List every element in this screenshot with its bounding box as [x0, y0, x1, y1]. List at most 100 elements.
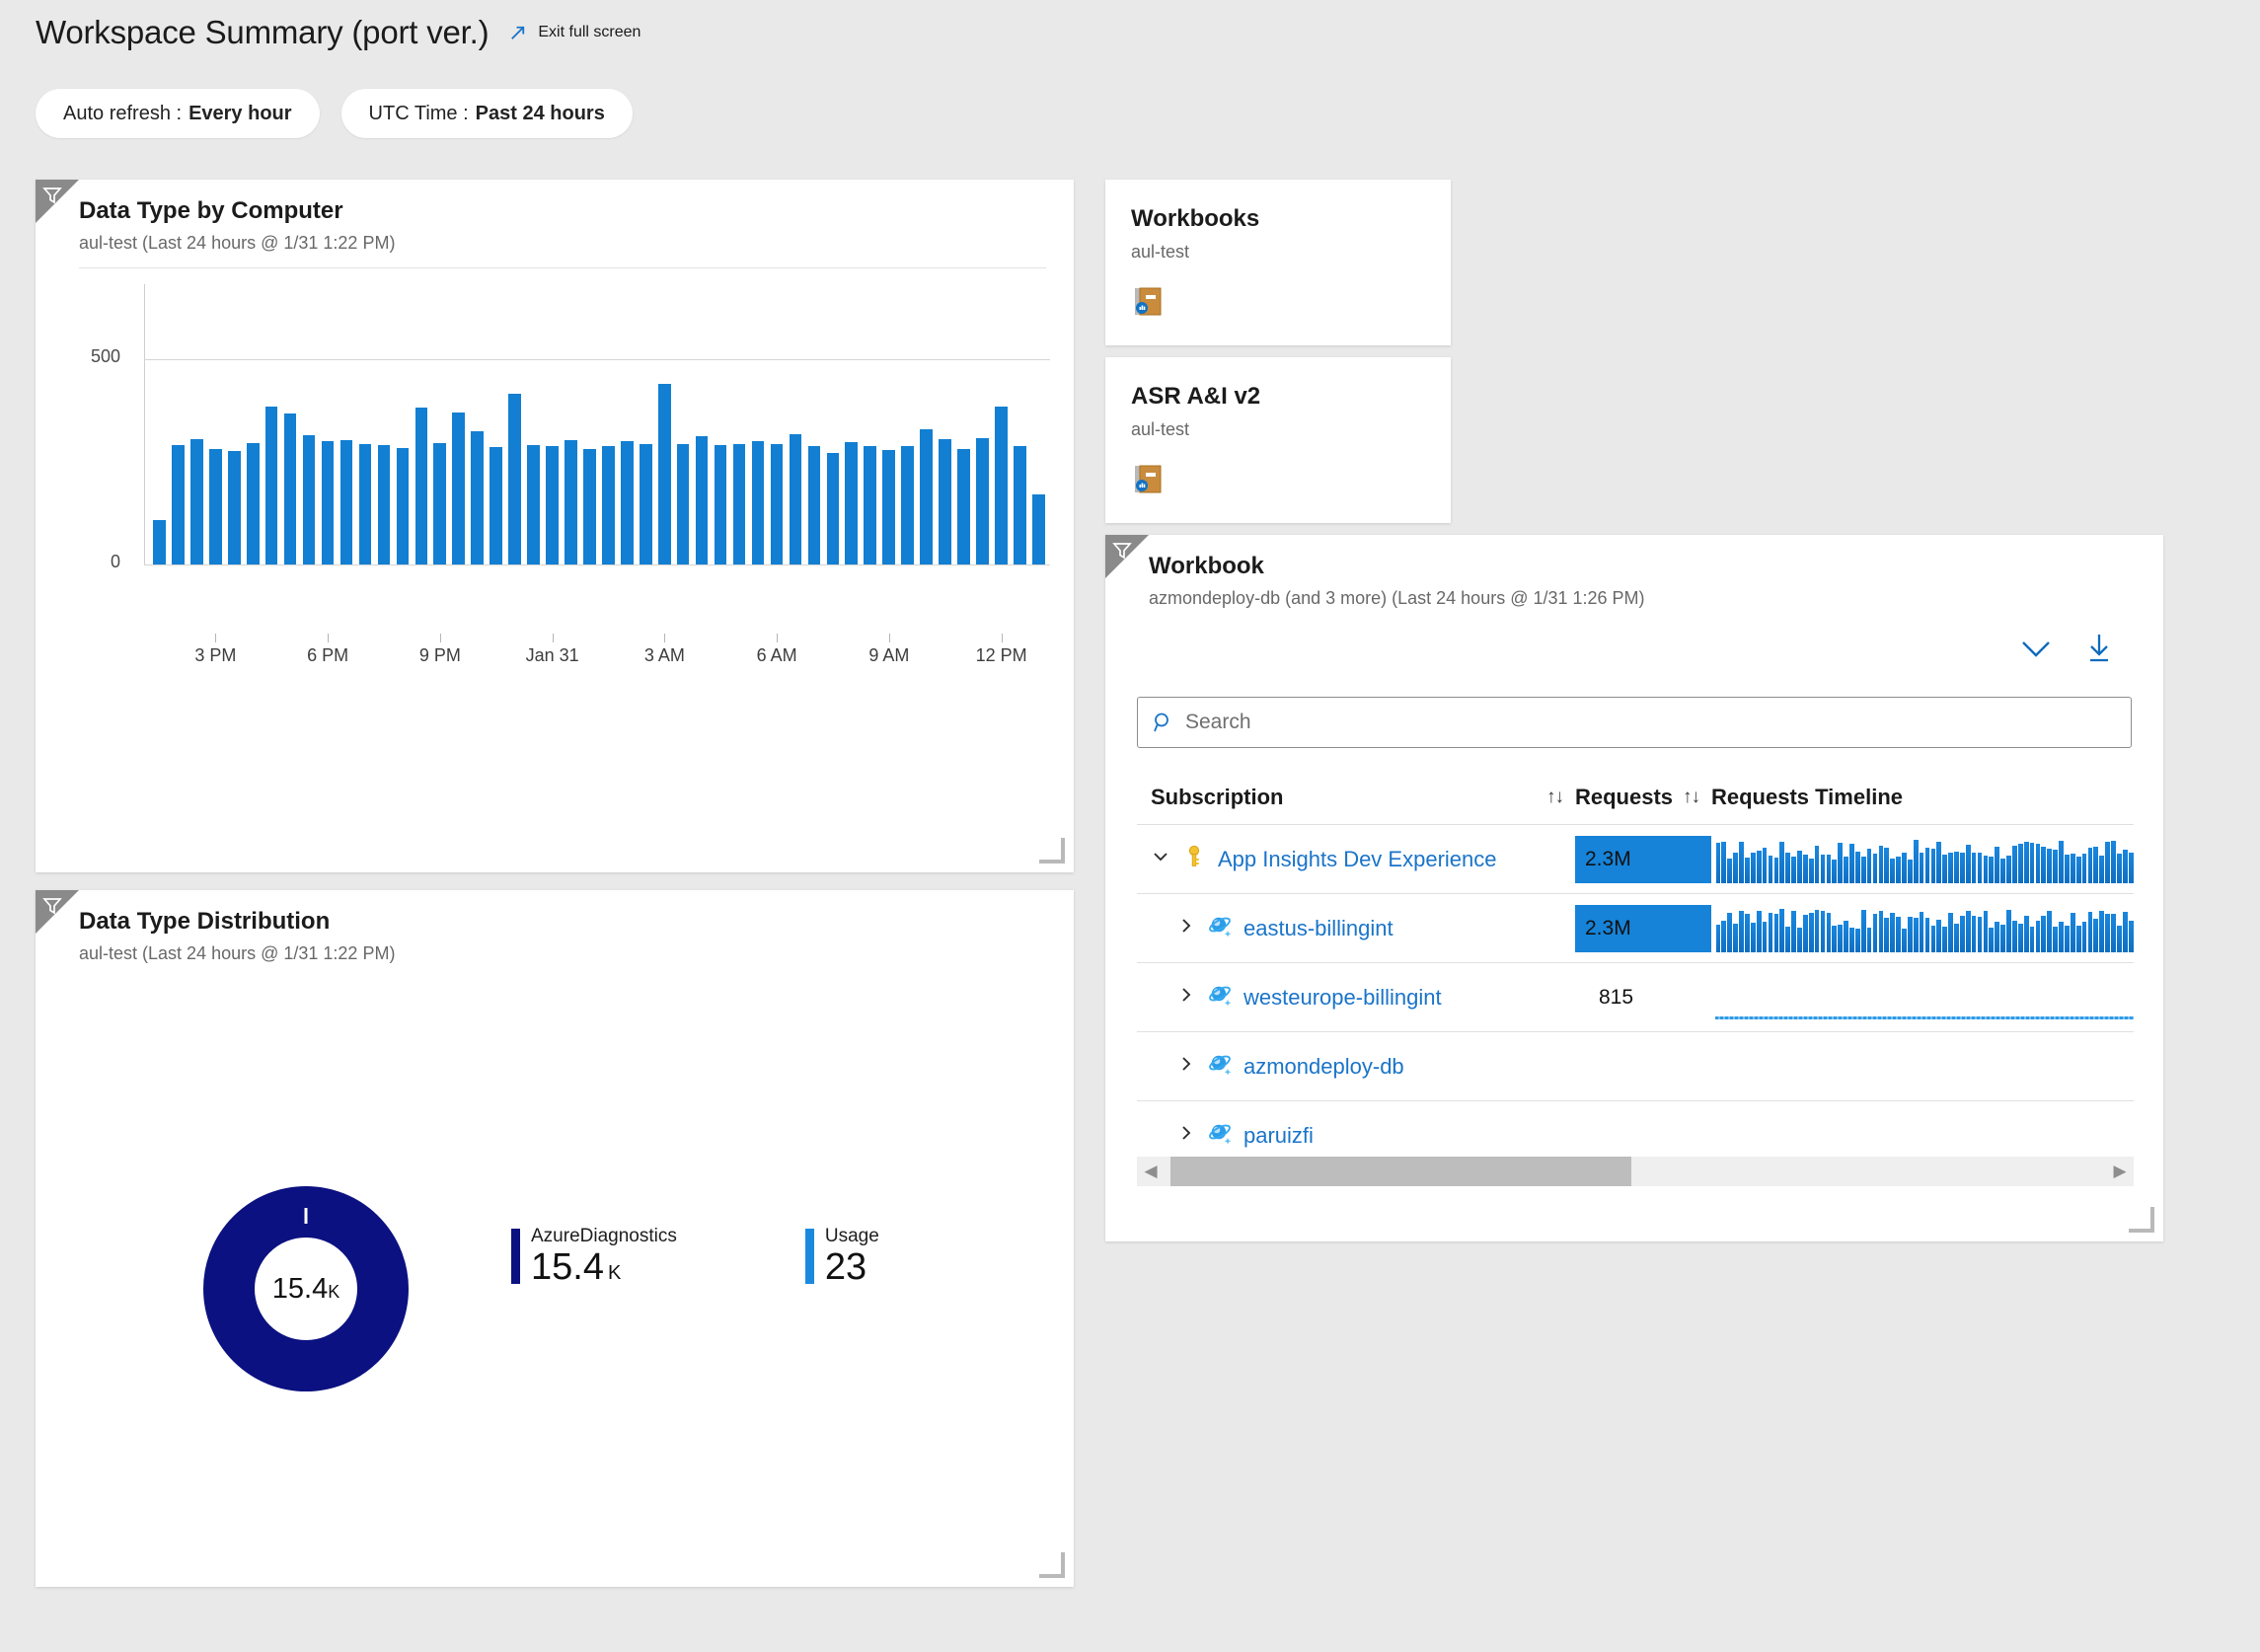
tile-data-type-by-computer[interactable]: Data Type by Computer aul-test (Last 24 … — [36, 180, 1074, 966]
column-requests[interactable]: Requests ↑↓ — [1575, 785, 1711, 810]
bar[interactable] — [283, 413, 297, 564]
bar[interactable] — [845, 442, 859, 564]
search-placeholder: Search — [1185, 711, 1251, 733]
chevron-right-icon[interactable] — [1176, 1054, 1196, 1079]
x-axis-tick-label: Jan 31 — [525, 645, 579, 665]
tile-title: Data Type by Computer — [79, 197, 343, 224]
bar[interactable] — [414, 407, 428, 564]
sort-updown-icon[interactable]: ↑↓ — [1683, 787, 1700, 808]
bar[interactable] — [546, 445, 559, 564]
bar[interactable] — [920, 428, 933, 564]
bar[interactable] — [789, 433, 802, 564]
chevron-right-icon[interactable] — [1176, 1123, 1196, 1148]
funnel-icon[interactable] — [1105, 535, 1149, 578]
bar[interactable] — [901, 445, 914, 564]
auto-refresh-pill[interactable]: Auto refresh : Every hour — [36, 89, 320, 138]
chevron-right-icon[interactable] — [1176, 916, 1196, 940]
exit-fullscreen-button[interactable]: Exit full screen — [506, 22, 640, 44]
bar[interactable] — [939, 438, 951, 564]
card-asr-ai-v2[interactable]: ASR A&I v2 aul-test — [1105, 357, 1451, 523]
bar[interactable] — [676, 444, 690, 564]
card-workbooks[interactable]: Workbooks aul-test — [1105, 180, 1451, 345]
bar[interactable] — [826, 452, 840, 564]
bar[interactable] — [770, 443, 784, 564]
time-range-pill[interactable]: UTC Time : Past 24 hours — [340, 89, 633, 138]
bar[interactable] — [976, 437, 989, 564]
bar[interactable] — [358, 444, 372, 564]
search-input[interactable]: Search — [1137, 697, 2132, 748]
tile-data-type-distribution[interactable]: Data Type Distribution aul-test (Last 24… — [36, 890, 1074, 1587]
exit-fullscreen-label: Exit full screen — [538, 24, 641, 40]
bar[interactable] — [565, 440, 577, 564]
table-row[interactable]: App Insights Dev Experience 2.3M — [1137, 825, 2134, 894]
tile-workbook-grid[interactable]: Workbook azmondeploy-db (and 3 more) (La… — [1105, 535, 2163, 1241]
legend-value: 15.4 K — [531, 1246, 622, 1288]
bar[interactable] — [452, 412, 466, 564]
bar[interactable] — [751, 441, 765, 564]
chevron-right-icon[interactable] — [1176, 985, 1196, 1010]
column-subscription[interactable]: Subscription ↑↓ — [1151, 785, 1575, 810]
subscription-link[interactable]: azmondeploy-db — [1243, 1054, 1404, 1080]
download-icon[interactable] — [2084, 632, 2114, 665]
bar[interactable] — [433, 442, 447, 564]
bar[interactable] — [957, 448, 970, 564]
bar[interactable] — [1031, 494, 1045, 564]
chevron-down-icon[interactable] — [2017, 634, 2055, 663]
bar[interactable] — [302, 434, 316, 564]
x-axis-tick — [552, 634, 554, 642]
tile-resize-handle[interactable] — [1039, 1552, 1065, 1578]
triangle-right-icon[interactable]: ▶ — [2106, 1157, 2134, 1186]
bar[interactable] — [1014, 445, 1026, 564]
bar[interactable] — [508, 394, 521, 564]
bar[interactable] — [602, 446, 615, 564]
bar[interactable] — [172, 445, 185, 564]
bar[interactable] — [657, 383, 671, 564]
table-row[interactable]: eastus-billingint 2.3M — [1137, 894, 2134, 963]
bar[interactable] — [209, 448, 222, 564]
horizontal-scrollbar[interactable]: ◀ ▶ — [1137, 1157, 2134, 1186]
bar[interactable] — [190, 438, 203, 564]
auto-refresh-value: Every hour — [188, 102, 292, 124]
bar[interactable] — [732, 443, 746, 564]
table-row[interactable]: azmondeploy-db — [1137, 1032, 2134, 1101]
gridline — [144, 564, 1050, 565]
tile-resize-handle[interactable] — [2129, 1207, 2154, 1233]
subscription-link[interactable]: paruizfi — [1243, 1123, 1314, 1149]
subscription-link[interactable]: App Insights Dev Experience — [1218, 847, 1497, 872]
bar[interactable] — [639, 444, 652, 564]
scrollbar-thumb[interactable] — [1170, 1157, 1632, 1186]
bar[interactable] — [264, 406, 278, 564]
bar[interactable] — [246, 442, 260, 564]
bar[interactable] — [339, 440, 353, 564]
subscription-link[interactable]: westeurope-billingint — [1243, 985, 1442, 1011]
subscription-link[interactable]: eastus-billingint — [1243, 916, 1394, 941]
bar[interactable] — [583, 449, 596, 564]
funnel-icon[interactable] — [36, 890, 79, 934]
bar[interactable] — [228, 451, 241, 564]
table-row[interactable]: westeurope-billingint 815 — [1137, 963, 2134, 1032]
bar[interactable] — [471, 430, 484, 564]
bar[interactable] — [396, 448, 410, 564]
bar[interactable] — [621, 441, 634, 564]
tile-resize-handle[interactable] — [1039, 838, 1065, 864]
bar[interactable] — [864, 446, 876, 564]
bar[interactable] — [882, 450, 895, 564]
triangle-left-icon[interactable]: ◀ — [1137, 1157, 1165, 1186]
funnel-icon[interactable] — [36, 180, 79, 223]
requests-sparkline — [1715, 840, 2134, 883]
bar[interactable] — [153, 520, 166, 564]
bar[interactable] — [695, 436, 709, 564]
bar[interactable] — [714, 445, 727, 564]
card-subtitle: aul-test — [1131, 419, 1190, 439]
scrollbar-track[interactable] — [1165, 1157, 2106, 1186]
x-axis-tick-label: 3 AM — [643, 645, 685, 665]
bar[interactable] — [321, 441, 335, 564]
bar[interactable] — [377, 445, 391, 564]
chevron-down-icon[interactable] — [1151, 847, 1170, 871]
cell-requests: 815 — [1575, 974, 1711, 1021]
bar[interactable] — [527, 445, 540, 564]
bar[interactable] — [995, 407, 1008, 564]
sort-updown-icon[interactable]: ↑↓ — [1546, 787, 1564, 808]
bar[interactable] — [490, 447, 502, 564]
bar[interactable] — [807, 446, 821, 564]
